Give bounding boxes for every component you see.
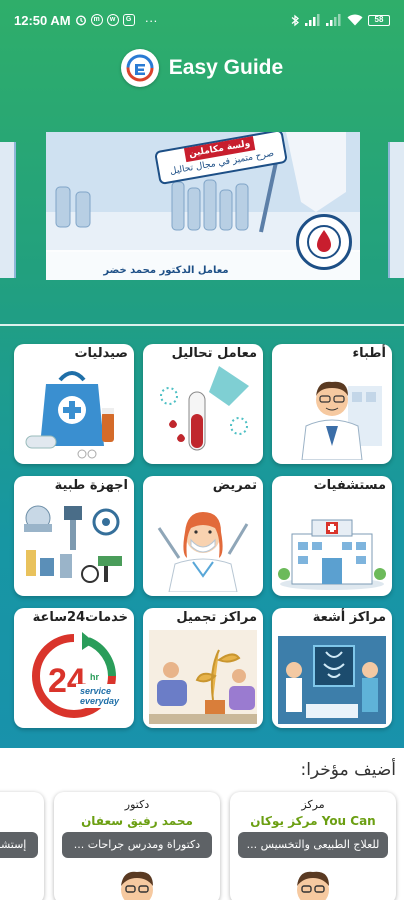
- category-medical-devices[interactable]: اجهزة طبية: [14, 476, 134, 596]
- whatsapp-icon: w: [106, 14, 119, 26]
- category-label: مراكز أشعة: [312, 610, 386, 625]
- bluetooth-icon: [291, 14, 300, 27]
- category-24h-services[interactable]: خدمات24ساعة 24 hr service everyday: [14, 608, 134, 728]
- category-label: مستشفيات: [313, 478, 386, 493]
- category-label: اجهزة طبية: [54, 478, 128, 493]
- category-label: صيدليات: [74, 346, 128, 361]
- 24-service: service: [80, 686, 111, 696]
- google-icon: G: [122, 14, 135, 26]
- recent-card-desc: إستشا: [0, 832, 38, 858]
- 24-everyday: everyday: [80, 696, 120, 706]
- category-label: أطباء: [352, 346, 386, 361]
- recently-added-title: أضيف مؤخرا:: [300, 760, 396, 780]
- messenger-icon: m: [90, 14, 103, 26]
- lab-test-icon: [160, 366, 249, 451]
- carousel-slide[interactable]: ولسة مكاملين صرح متميز في مجال تحاليل مع…: [46, 132, 360, 280]
- signal-icon-2: [326, 14, 342, 26]
- category-pharmacies[interactable]: صيدليات: [14, 344, 134, 464]
- recent-card-type: مركز: [301, 798, 325, 811]
- category-labs[interactable]: معامل تحاليل: [143, 344, 263, 464]
- app-title: Easy Guide: [168, 56, 284, 79]
- ads-carousel[interactable]: ولسة مكاملين صرح متميز في مجال تحاليل مع…: [0, 128, 404, 280]
- recent-card-center[interactable]: مركز مركز يوكان You Can للعلاج الطبيعى و…: [230, 792, 396, 900]
- category-nursing[interactable]: تمريض: [143, 476, 263, 596]
- recent-card-name: مركز يوكان You Can: [250, 814, 376, 828]
- wifi-icon: [347, 14, 363, 26]
- doctor-icon: [301, 381, 382, 460]
- app-logo-icon: [120, 49, 159, 87]
- recent-card-type: دكتور: [124, 798, 150, 811]
- category-label: تمريض: [212, 478, 257, 493]
- recent-card-name: محمد رفيق سعفان: [81, 814, 193, 828]
- lab-logo-icon: [296, 214, 352, 270]
- medical-devices-icon: [24, 505, 122, 583]
- carousel-next-slide[interactable]: [388, 142, 404, 278]
- carousel-prev-slide[interactable]: [0, 142, 16, 278]
- category-label: معامل تحاليل: [171, 346, 257, 361]
- ad-footer: معامل الدكتور محمد خضر: [103, 265, 229, 276]
- categories-grid: أطباء معامل تحاليل صيدليات مستشفيات تمري…: [14, 344, 392, 728]
- 24-hr: hr: [90, 672, 99, 682]
- status-time: 12:50 AM: [14, 12, 71, 28]
- signal-icon: [305, 14, 321, 26]
- recently-added-section: أضيف مؤخرا: مركز مركز يوكان You Can للعل…: [0, 748, 404, 900]
- recent-card-doctor[interactable]: دكتور محمد رفيق سعفان دكتوراة ومدرس جراح…: [54, 792, 220, 900]
- alarm-icon: [75, 14, 87, 26]
- 24-hours-icon: 24 hr service everyday: [32, 632, 128, 718]
- recent-card-desc: دكتوراة ومدرس جراحات ...: [62, 832, 212, 858]
- recent-card-desc: للعلاج الطبيعى والتخسيس ...: [238, 832, 388, 858]
- status-bar: 12:50 AM m w G ··· 58: [0, 0, 404, 40]
- nurse-icon: [157, 512, 249, 592]
- avatar-icon: [121, 871, 153, 900]
- hospital-building-icon: [278, 519, 386, 590]
- category-hospitals[interactable]: مستشفيات: [272, 476, 392, 596]
- avatar-icon: [297, 871, 329, 900]
- category-doctors[interactable]: أطباء: [272, 344, 392, 464]
- beauty-salon-icon: [149, 630, 257, 724]
- radiology-icon: [278, 636, 386, 724]
- pharmacy-bag-icon: [25, 371, 114, 459]
- app-header: Easy Guide: [0, 40, 404, 96]
- category-beauty-centers[interactable]: مراكز تجميل: [143, 608, 263, 728]
- battery-icon: 58: [368, 14, 390, 26]
- more-notifications-icon: ···: [144, 12, 158, 28]
- recent-card-partial[interactable]: إستشا: [0, 792, 44, 900]
- category-radiology[interactable]: مراكز أشعة: [272, 608, 392, 728]
- category-label: مراكز تجميل: [176, 610, 257, 625]
- category-label: خدمات24ساعة: [32, 610, 128, 625]
- section-divider: [0, 324, 404, 326]
